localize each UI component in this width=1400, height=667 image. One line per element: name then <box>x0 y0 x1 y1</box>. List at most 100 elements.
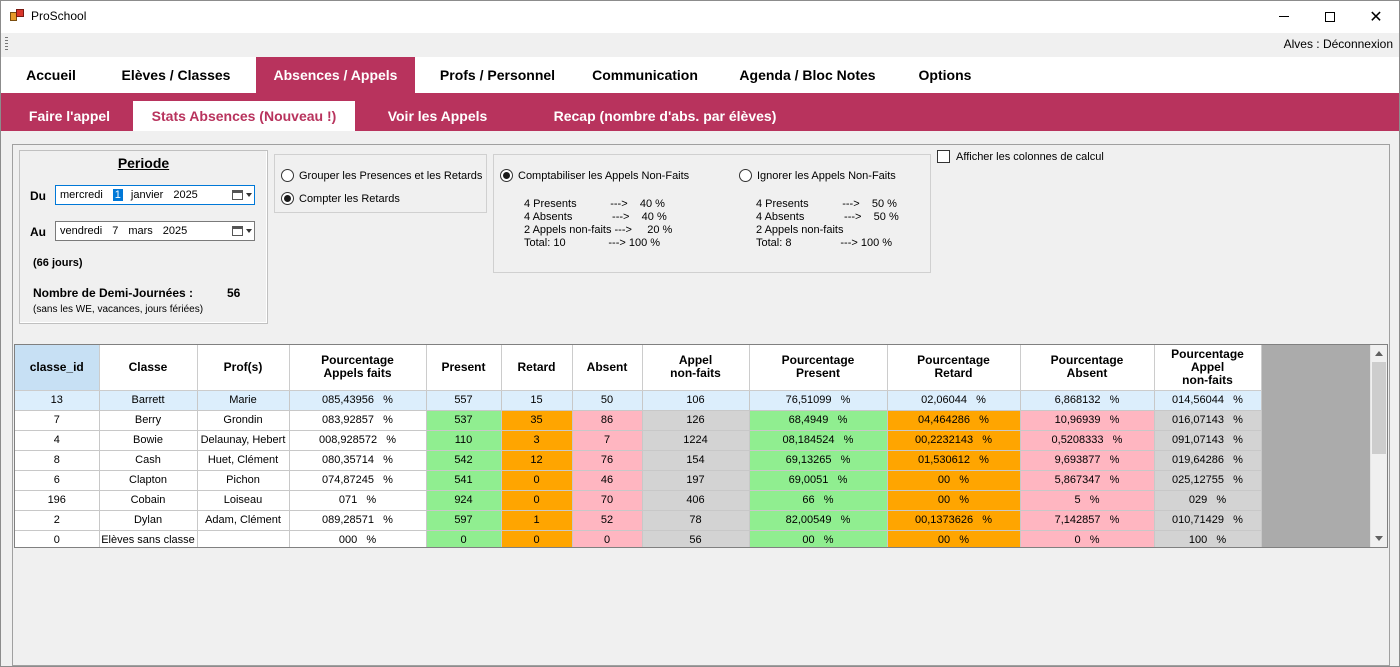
col-classe-cell[interactable]: Dylan <box>99 510 198 531</box>
col-present-cell[interactable]: 537 <box>426 410 502 431</box>
checkbox-show-calc-columns[interactable]: Afficher les colonnes de calcul <box>937 150 1104 163</box>
vertical-scrollbar[interactable] <box>1370 345 1387 547</box>
col-pct-appels-faits-cell[interactable]: 085,43956 % <box>289 390 427 411</box>
col-profs-header[interactable]: Prof(s) <box>197 345 290 391</box>
col-classe-cell[interactable]: Cobain <box>99 490 198 511</box>
col-pct-absent-cell[interactable]: 0,5208333 % <box>1020 430 1155 451</box>
col-pct-absent-cell[interactable]: 6,868132 % <box>1020 390 1155 411</box>
col-present-cell[interactable]: 597 <box>426 510 502 531</box>
tab-eleves-classes[interactable]: Elèves / Classes <box>96 57 256 93</box>
radio-button[interactable] <box>739 169 752 182</box>
tab-profs-personnel[interactable]: Profs / Personnel <box>415 57 580 93</box>
col-profs-cell[interactable]: Delaunay, Hebert <box>197 430 290 451</box>
col-retard-cell[interactable]: 35 <box>501 410 573 431</box>
subtab-recap[interactable]: Recap (nombre d'abs. par élèves) <box>520 101 810 131</box>
col-pct-present-cell[interactable]: 68,4949 % <box>749 410 888 431</box>
col-appel-non-faits-header[interactable]: Appel non-faits <box>642 345 750 391</box>
col-pct-retard-header[interactable]: Pourcentage Retard <box>887 345 1021 391</box>
col-pct-appels-faits-cell[interactable]: 008,928572 % <box>289 430 427 451</box>
col-classe-id-header[interactable]: classe_id <box>15 345 100 391</box>
toolstrip-grip-icon[interactable] <box>5 37 8 51</box>
date-to-picker[interactable]: vendredi 7 mars 2025 <box>55 221 255 241</box>
col-classe-cell[interactable]: Elèves sans classe <box>99 530 198 547</box>
col-pct-present-cell[interactable]: 66 % <box>749 490 888 511</box>
tab-communication[interactable]: Communication <box>580 57 710 93</box>
table-row[interactable]: 6 Clapton Pichon 074,87245 % 541 0 46 197 69,005… <box>15 470 1262 491</box>
col-retard-cell[interactable]: 0 <box>501 470 573 491</box>
col-pct-appel-non-faits-cell[interactable]: 029 % <box>1154 490 1262 511</box>
col-appel-non-faits-cell[interactable]: 197 <box>642 470 750 491</box>
col-appel-non-faits-cell[interactable]: 56 <box>642 530 750 547</box>
maximize-button[interactable] <box>1307 1 1353 32</box>
col-absent-header[interactable]: Absent <box>572 345 643 391</box>
col-pct-appels-faits-cell[interactable]: 071 % <box>289 490 427 511</box>
col-pct-present-cell[interactable]: 69,13265 % <box>749 450 888 471</box>
col-pct-appels-faits-cell[interactable]: 074,87245 % <box>289 470 427 491</box>
col-pct-absent-cell[interactable]: 10,96939 % <box>1020 410 1155 431</box>
user-logout-link[interactable]: Alves : Déconnexion <box>1284 37 1393 51</box>
col-classe-cell[interactable]: Cash <box>99 450 198 471</box>
col-classe-cell[interactable]: Barrett <box>99 390 198 411</box>
col-retard-cell[interactable]: 12 <box>501 450 573 471</box>
stats-grid[interactable]: classe_id Classe Prof(s) Pourcentage Appels… <box>14 344 1388 548</box>
col-pct-appel-non-faits-cell[interactable]: 025,12755 % <box>1154 470 1262 491</box>
col-pct-present-cell[interactable]: 08,184524 % <box>749 430 888 451</box>
subtab-faire-appel[interactable]: Faire l'appel <box>6 101 133 131</box>
col-pct-retard-cell[interactable]: 00 % <box>887 470 1021 491</box>
radio-compter-retards[interactable]: Compter les Retards <box>281 192 400 205</box>
col-appel-non-faits-cell[interactable]: 106 <box>642 390 750 411</box>
col-appel-non-faits-cell[interactable]: 126 <box>642 410 750 431</box>
col-pct-retard-cell[interactable]: 01,530612 % <box>887 450 1021 471</box>
col-absent-cell[interactable]: 70 <box>572 490 643 511</box>
col-profs-cell[interactable]: Loiseau <box>197 490 290 511</box>
col-pct-appel-non-faits-cell[interactable]: 014,56044 % <box>1154 390 1262 411</box>
col-appel-non-faits-cell[interactable]: 154 <box>642 450 750 471</box>
col-classe-id-cell[interactable]: 196 <box>15 490 100 511</box>
col-classe-id-cell[interactable]: 8 <box>15 450 100 471</box>
col-pct-appel-non-faits-cell[interactable]: 016,07143 % <box>1154 410 1262 431</box>
radio-button[interactable] <box>281 169 294 182</box>
col-profs-cell[interactable]: Marie <box>197 390 290 411</box>
col-present-cell[interactable]: 541 <box>426 470 502 491</box>
radio-group-presences-retards[interactable]: Grouper les Presences et les Retards <box>281 169 482 182</box>
col-absent-cell[interactable]: 50 <box>572 390 643 411</box>
col-pct-appel-non-faits-cell[interactable]: 091,07143 % <box>1154 430 1262 451</box>
col-pct-retard-cell[interactable]: 04,464286 % <box>887 410 1021 431</box>
col-pct-appels-faits-cell[interactable]: 083,92857 % <box>289 410 427 431</box>
col-present-cell[interactable]: 110 <box>426 430 502 451</box>
col-classe-cell[interactable]: Bowie <box>99 430 198 451</box>
col-retard-cell[interactable]: 0 <box>501 490 573 511</box>
col-pct-absent-cell[interactable]: 0 % <box>1020 530 1155 547</box>
col-pct-present-cell[interactable]: 82,00549 % <box>749 510 888 531</box>
col-pct-retard-cell[interactable]: 02,06044 % <box>887 390 1021 411</box>
col-pct-retard-cell[interactable]: 00 % <box>887 530 1021 547</box>
col-pct-absent-header[interactable]: Pourcentage Absent <box>1020 345 1155 391</box>
col-pct-absent-cell[interactable]: 9,693877 % <box>1020 450 1155 471</box>
col-retard-cell[interactable]: 1 <box>501 510 573 531</box>
col-pct-absent-cell[interactable]: 5 % <box>1020 490 1155 511</box>
col-pct-appels-faits-cell[interactable]: 089,28571 % <box>289 510 427 531</box>
col-pct-retard-cell[interactable]: 00,1373626 % <box>887 510 1021 531</box>
radio-ignorer-non-faits[interactable]: Ignorer les Appels Non-Faits <box>739 169 896 182</box>
col-appel-non-faits-cell[interactable]: 406 <box>642 490 750 511</box>
col-retard-cell[interactable]: 0 <box>501 530 573 547</box>
col-profs-cell[interactable]: Adam, Clément <box>197 510 290 531</box>
minimize-button[interactable] <box>1261 1 1307 32</box>
col-absent-cell[interactable]: 86 <box>572 410 643 431</box>
col-classe-id-cell[interactable]: 13 <box>15 390 100 411</box>
col-pct-appels-faits-header[interactable]: Pourcentage Appels faits <box>289 345 427 391</box>
col-pct-absent-cell[interactable]: 7,142857 % <box>1020 510 1155 531</box>
scroll-thumb[interactable] <box>1372 362 1386 454</box>
table-row[interactable]: 7 Berry Grondin 083,92857 % 537 35 86 126 68,494… <box>15 410 1262 431</box>
close-button[interactable]: ✕ <box>1353 1 1399 32</box>
col-absent-cell[interactable]: 46 <box>572 470 643 491</box>
col-present-cell[interactable]: 0 <box>426 530 502 547</box>
tab-options[interactable]: Options <box>905 57 985 93</box>
table-row[interactable]: 8 Cash Huet, Clément 080,35714 % 542 12 76 154 6… <box>15 450 1262 471</box>
col-pct-appel-non-faits-cell[interactable]: 019,64286 % <box>1154 450 1262 471</box>
col-retard-header[interactable]: Retard <box>501 345 573 391</box>
table-row[interactable]: 13 Barrett Marie 085,43956 % 557 15 50 106 76,51… <box>15 390 1262 411</box>
col-classe-id-cell[interactable]: 2 <box>15 510 100 531</box>
scroll-down-button[interactable] <box>1371 530 1387 547</box>
scroll-up-button[interactable] <box>1371 345 1387 362</box>
